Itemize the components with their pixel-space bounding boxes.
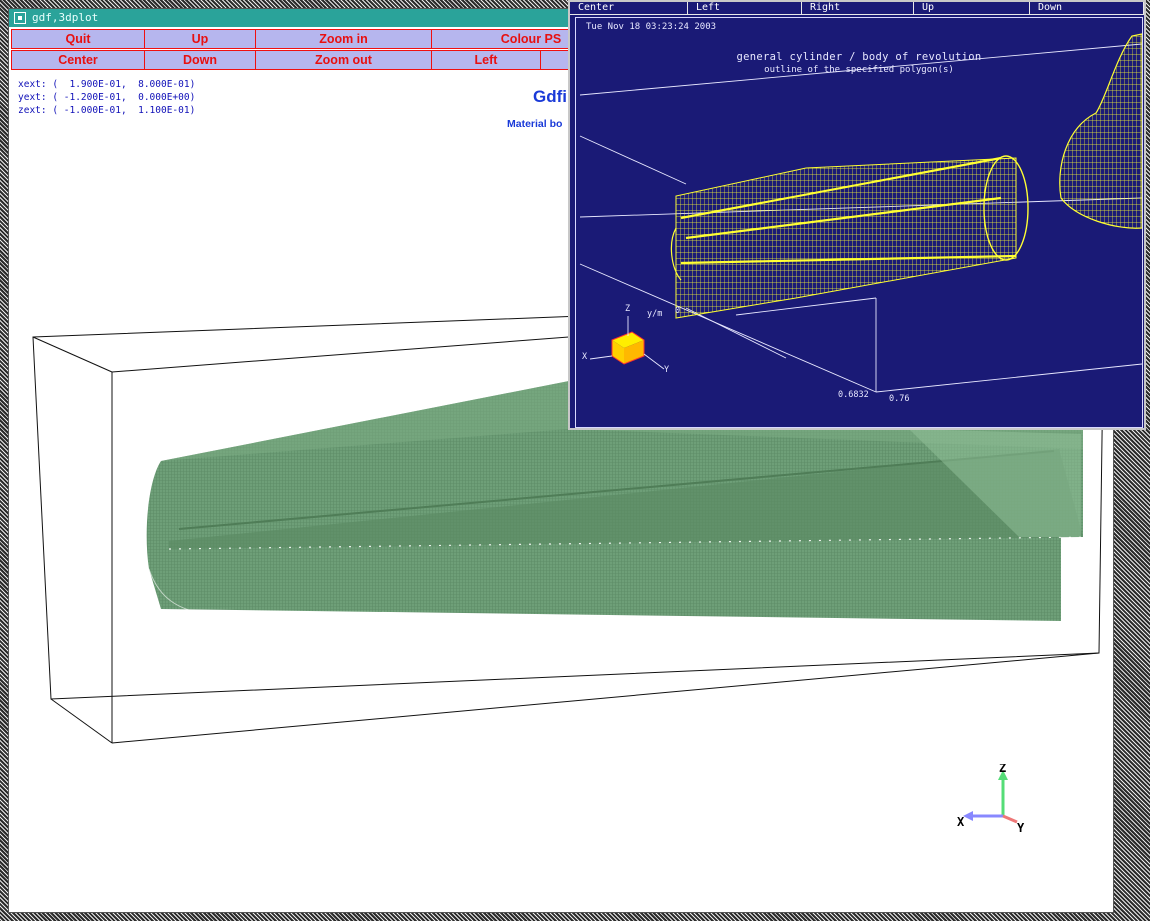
inset-center-button[interactable]: Center xyxy=(570,2,688,15)
inset-tick-left: 0.6832 xyxy=(838,390,869,400)
axis-triad: Z X Y xyxy=(957,764,1025,834)
inset-tick-zero: 0 xyxy=(675,306,681,316)
inset-axis-x-label: X xyxy=(582,352,588,362)
axis-y-label: Y xyxy=(1017,821,1025,834)
inset-right-button[interactable]: Right xyxy=(802,2,914,15)
inset-down-button[interactable]: Down xyxy=(1030,2,1144,15)
inset-left-button[interactable]: Left xyxy=(688,2,802,15)
inset-axis-unit: y/m xyxy=(647,309,663,319)
inset-plot-window: Center Left Right Up Down Tue Nov 18 03:… xyxy=(568,0,1146,430)
yellow-cone-wireframe xyxy=(670,155,1029,319)
inset-axis-z-label: Z xyxy=(625,304,631,314)
inset-axis-y-label: Y xyxy=(664,365,670,375)
axis-z-label: Z xyxy=(999,764,1006,775)
axis-x-label: X xyxy=(957,815,965,829)
wireframe-view xyxy=(579,33,1142,393)
inset-up-button[interactable]: Up xyxy=(914,2,1030,15)
yellow-dome-wireframe xyxy=(1059,33,1142,229)
inset-plot-area[interactable]: Tue Nov 18 03:23:24 2003 general cylinde… xyxy=(575,17,1143,428)
inset-axis-triad xyxy=(589,316,665,370)
inset-tick-right: 0.76 xyxy=(889,394,910,404)
